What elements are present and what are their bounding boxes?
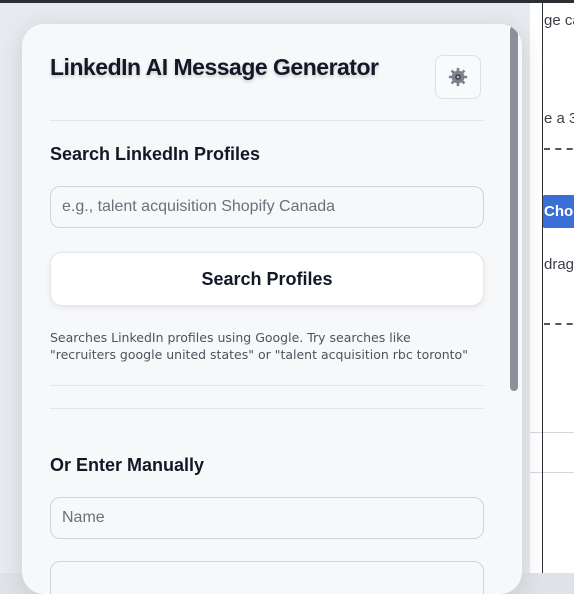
manual-section-title: Or Enter Manually [50, 455, 205, 475]
background-divider [530, 472, 574, 473]
next-field[interactable] [50, 561, 484, 594]
background-dashed-line [544, 148, 574, 150]
popup-scrollbar[interactable] [510, 26, 518, 391]
search-section-title: Search LinkedIn Profiles [50, 144, 261, 164]
background-window-edge [542, 0, 543, 573]
background-page-panel: ge ca e a 3 Cho drag [530, 0, 574, 573]
header-divider [50, 120, 484, 121]
gear-icon [448, 67, 468, 87]
section-divider [50, 408, 484, 409]
name-field[interactable] [50, 497, 484, 539]
popup-title: LinkedIn AI Message Generator [50, 54, 379, 80]
settings-button[interactable] [435, 55, 481, 99]
background-top-border [0, 0, 574, 3]
extension-popup: LinkedIn AI Message Generator Search Lin… [22, 24, 522, 594]
background-text: e a 3 [544, 110, 574, 127]
background-text: ge ca [544, 12, 574, 29]
search-profiles-button[interactable]: Search Profiles [50, 252, 484, 306]
background-dashed-line [544, 323, 574, 325]
background-choose-button: Cho [542, 195, 574, 228]
search-hint: Searches LinkedIn profiles using Google.… [50, 330, 468, 362]
background-text: drag [544, 256, 574, 273]
search-query-input[interactable] [50, 186, 484, 228]
section-divider [50, 385, 484, 386]
background-divider [530, 432, 574, 433]
